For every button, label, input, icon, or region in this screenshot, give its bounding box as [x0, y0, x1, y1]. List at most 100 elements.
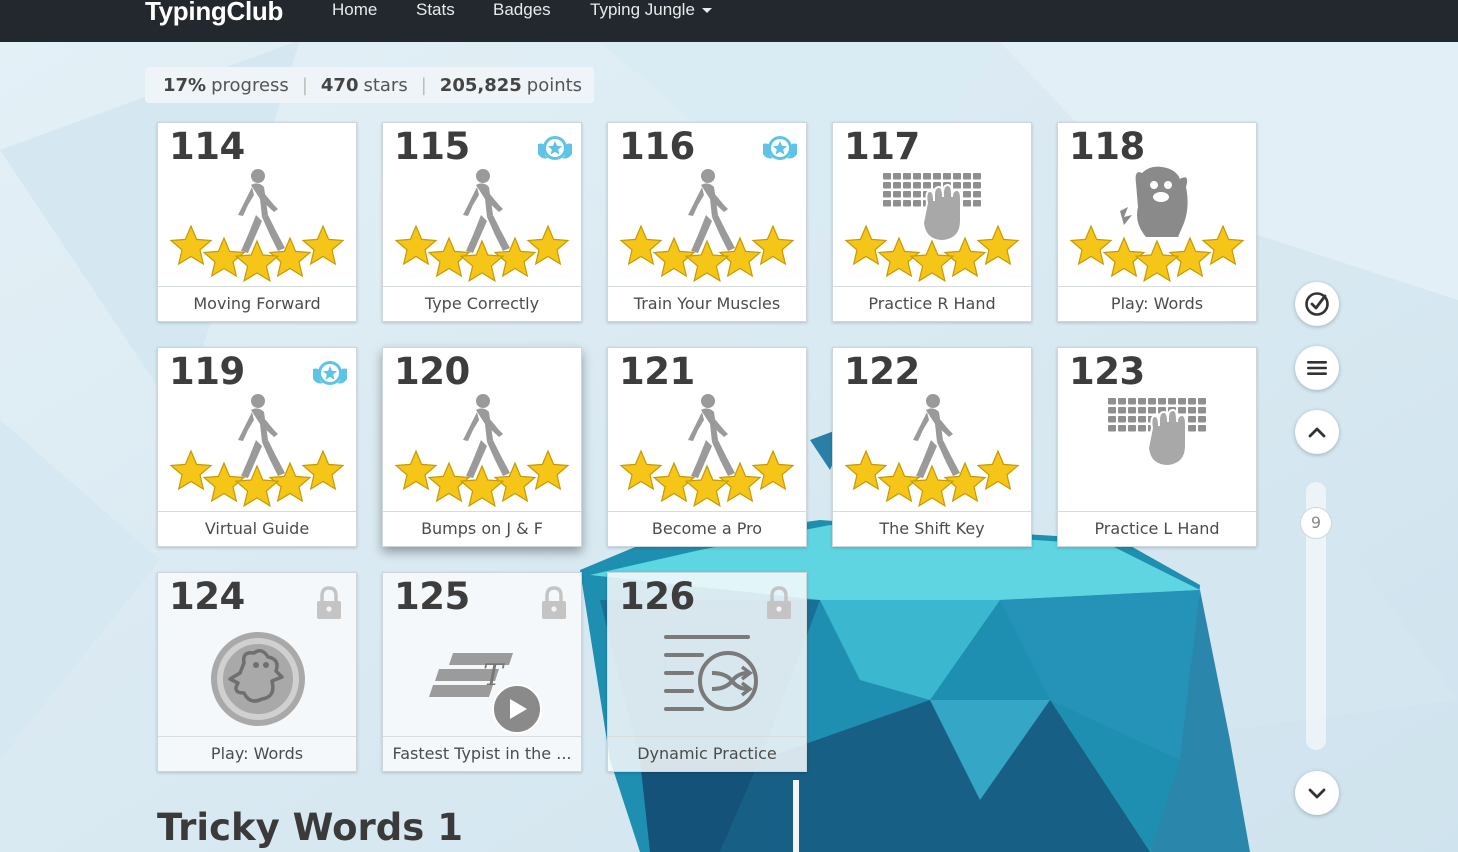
lesson-card[interactable]: 114 Moving Forward: [157, 122, 357, 322]
lesson-title: Play: Words: [1058, 286, 1256, 321]
lesson-card[interactable]: 123 Practice L Hand: [1057, 347, 1257, 547]
keyboard-hand-icon: [844, 173, 1020, 283]
star-icon: [619, 449, 663, 491]
lesson-title: Moving Forward: [158, 286, 356, 321]
lesson-number: 118: [1069, 125, 1145, 168]
top-navbar: TypingClub Home Stats Badges Typing Jung…: [0, 0, 1458, 42]
walking-person-icon: [619, 394, 795, 508]
walking-person-icon: [169, 169, 345, 283]
lesson-number: 120: [394, 350, 470, 393]
lesson-card[interactable]: 115 Type Correctly: [382, 122, 582, 322]
walking-person-icon: [844, 394, 1020, 508]
star-icon: [169, 449, 213, 491]
stars-label: stars: [363, 74, 408, 96]
lesson-title: Fastest Typist in the ...: [383, 736, 581, 771]
star-icon: [684, 239, 730, 283]
lesson-number: 114: [169, 125, 245, 168]
star-icon: [619, 224, 663, 266]
nav-typing-jungle-label: Typing Jungle: [590, 0, 695, 19]
scroll-down-button[interactable]: [1295, 771, 1339, 815]
lesson-card[interactable]: 126 Dynamic Practice: [607, 572, 807, 772]
chevron-up-icon: [1308, 427, 1326, 438]
divider: |: [420, 74, 427, 96]
brand-logo[interactable]: TypingClub: [145, 0, 283, 27]
lesson-number: 123: [1069, 350, 1145, 393]
walking-person-icon: [619, 169, 795, 283]
lesson-number: 115: [394, 125, 470, 168]
lesson-card[interactable]: 121 Become a Pro: [607, 347, 807, 547]
star-icon: [301, 449, 345, 491]
lesson-title: Bumps on J & F: [383, 511, 581, 546]
lesson-card[interactable]: 125 T Fastest Typist in the ...: [382, 572, 582, 772]
star-icon: [234, 464, 280, 508]
star-icon: [526, 224, 570, 266]
star-icon: [909, 239, 955, 283]
lesson-card[interactable]: 122 The Shift Key: [832, 347, 1032, 547]
star-icon: [169, 224, 213, 266]
lesson-title: Practice L Hand: [1058, 511, 1256, 546]
keyboard-hand-icon: [1108, 398, 1206, 468]
section-title: Tricky Words 1: [157, 806, 463, 849]
lesson-number: 125: [394, 575, 470, 618]
nav-stats[interactable]: Stats: [416, 0, 455, 20]
progress-percent-label: progress: [211, 74, 289, 96]
game-monster-icon: [1069, 166, 1245, 283]
scroll-thumb[interactable]: 9: [1300, 507, 1332, 539]
nav-typing-jungle-dropdown[interactable]: Typing Jungle: [590, 0, 712, 20]
award-badge-icon: [538, 136, 572, 160]
walking-person-icon: [394, 394, 570, 508]
star-icon: [1134, 239, 1180, 283]
lesson-card[interactable]: 118 Play: Words: [1057, 122, 1257, 322]
divider: |: [301, 74, 308, 96]
progress-summary: 17% progress | 470 stars | 205,825 point…: [145, 67, 595, 103]
game-circle-icon: [211, 632, 305, 726]
star-icon: [394, 449, 438, 491]
walking-person-icon: [169, 394, 345, 508]
star-icon: [909, 464, 955, 508]
lesson-number: 124: [169, 575, 245, 618]
lesson-title: Play: Words: [158, 736, 356, 771]
lesson-number: 117: [844, 125, 920, 168]
lesson-number: 116: [619, 125, 695, 168]
speed-type-video-icon: T: [429, 653, 542, 734]
menu-button[interactable]: [1295, 346, 1339, 390]
nav-badges[interactable]: Badges: [493, 0, 551, 20]
walking-person-icon: [394, 169, 570, 283]
star-icon: [526, 449, 570, 491]
award-badge-icon: [763, 136, 797, 160]
award-badge-icon: [313, 361, 347, 385]
lesson-number: 126: [619, 575, 695, 618]
lesson-number: 121: [619, 350, 695, 393]
lesson-number: 119: [169, 350, 245, 393]
lesson-title: Become a Pro: [608, 511, 806, 546]
lesson-number: 122: [844, 350, 920, 393]
lesson-card[interactable]: 120 Bumps on J & F: [382, 347, 582, 547]
star-icon: [684, 464, 730, 508]
shuffle-lines-icon: [664, 635, 758, 711]
caret-down-icon: [701, 8, 712, 14]
lesson-title: The Shift Key: [833, 511, 1031, 546]
star-icon: [459, 464, 505, 508]
svg-text:T: T: [483, 658, 505, 693]
lesson-card[interactable]: 117 Practice R Hand: [832, 122, 1032, 322]
chevron-down-icon: [1308, 788, 1326, 799]
star-icon: [301, 224, 345, 266]
star-icon: [234, 239, 280, 283]
lesson-title: Dynamic Practice: [608, 736, 806, 771]
lesson-card[interactable]: 119 Virtual Guide: [157, 347, 357, 547]
points-label: points: [526, 74, 583, 96]
lesson-card[interactable]: 124 Play: Words: [157, 572, 357, 772]
star-icon: [459, 239, 505, 283]
star-icon: [1069, 224, 1113, 266]
progress-percent: 17%: [163, 74, 207, 96]
scroll-up-button[interactable]: [1295, 410, 1339, 454]
star-icon: [751, 224, 795, 266]
menu-icon: [1307, 361, 1327, 375]
lesson-title: Virtual Guide: [158, 511, 356, 546]
stars-count: 470: [320, 74, 359, 96]
lesson-card[interactable]: 116 Train Your Muscles: [607, 122, 807, 322]
nav-home[interactable]: Home: [332, 0, 377, 20]
progress-check-button[interactable]: [1295, 282, 1339, 326]
star-icon: [394, 224, 438, 266]
points-count: 205,825: [439, 74, 522, 96]
